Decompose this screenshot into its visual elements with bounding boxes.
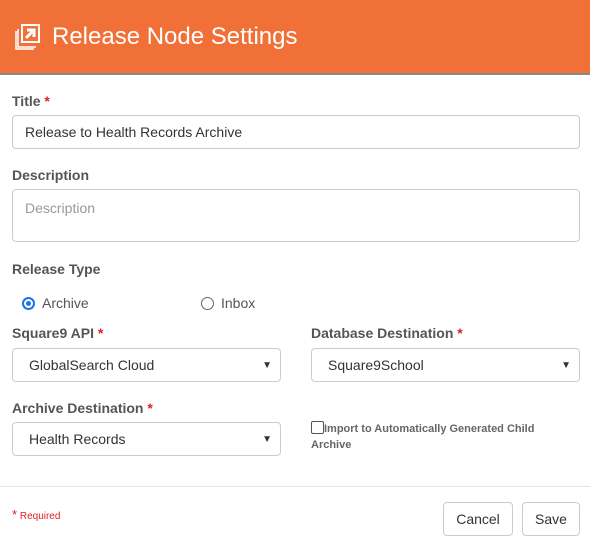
description-label: Description	[12, 167, 90, 183]
dialog-title: Release Node Settings	[52, 22, 298, 50]
release-icon	[15, 23, 40, 50]
dialog-header: Release Node Settings	[0, 0, 590, 75]
radio-inbox[interactable]: Inbox	[201, 295, 255, 311]
chevron-down-icon: ▼	[262, 433, 272, 445]
radio-archive[interactable]: Archive	[22, 295, 89, 311]
footer-divider	[0, 486, 590, 487]
chevron-down-icon: ▼	[561, 359, 571, 371]
cancel-button[interactable]: Cancel	[443, 502, 513, 536]
archive-select[interactable]: Health Records ▼	[12, 422, 281, 456]
api-label: Square9 API *	[12, 325, 104, 341]
chevron-down-icon: ▼	[262, 359, 272, 371]
db-select[interactable]: Square9School ▼	[311, 348, 580, 382]
description-input[interactable]: Description	[12, 189, 580, 242]
child-archive-checkbox[interactable]	[311, 421, 324, 434]
required-note: * Required	[12, 507, 61, 522]
release-type-label: Release Type	[12, 261, 101, 277]
title-input[interactable]: Release to Health Records Archive	[12, 115, 580, 149]
child-archive-option[interactable]: Import to Automatically Generated Child …	[311, 421, 551, 453]
archive-label: Archive Destination *	[12, 400, 153, 416]
title-label: Title *	[12, 93, 50, 109]
api-select[interactable]: GlobalSearch Cloud ▼	[12, 348, 281, 382]
db-label: Database Destination *	[311, 325, 463, 341]
save-button[interactable]: Save	[522, 502, 580, 536]
